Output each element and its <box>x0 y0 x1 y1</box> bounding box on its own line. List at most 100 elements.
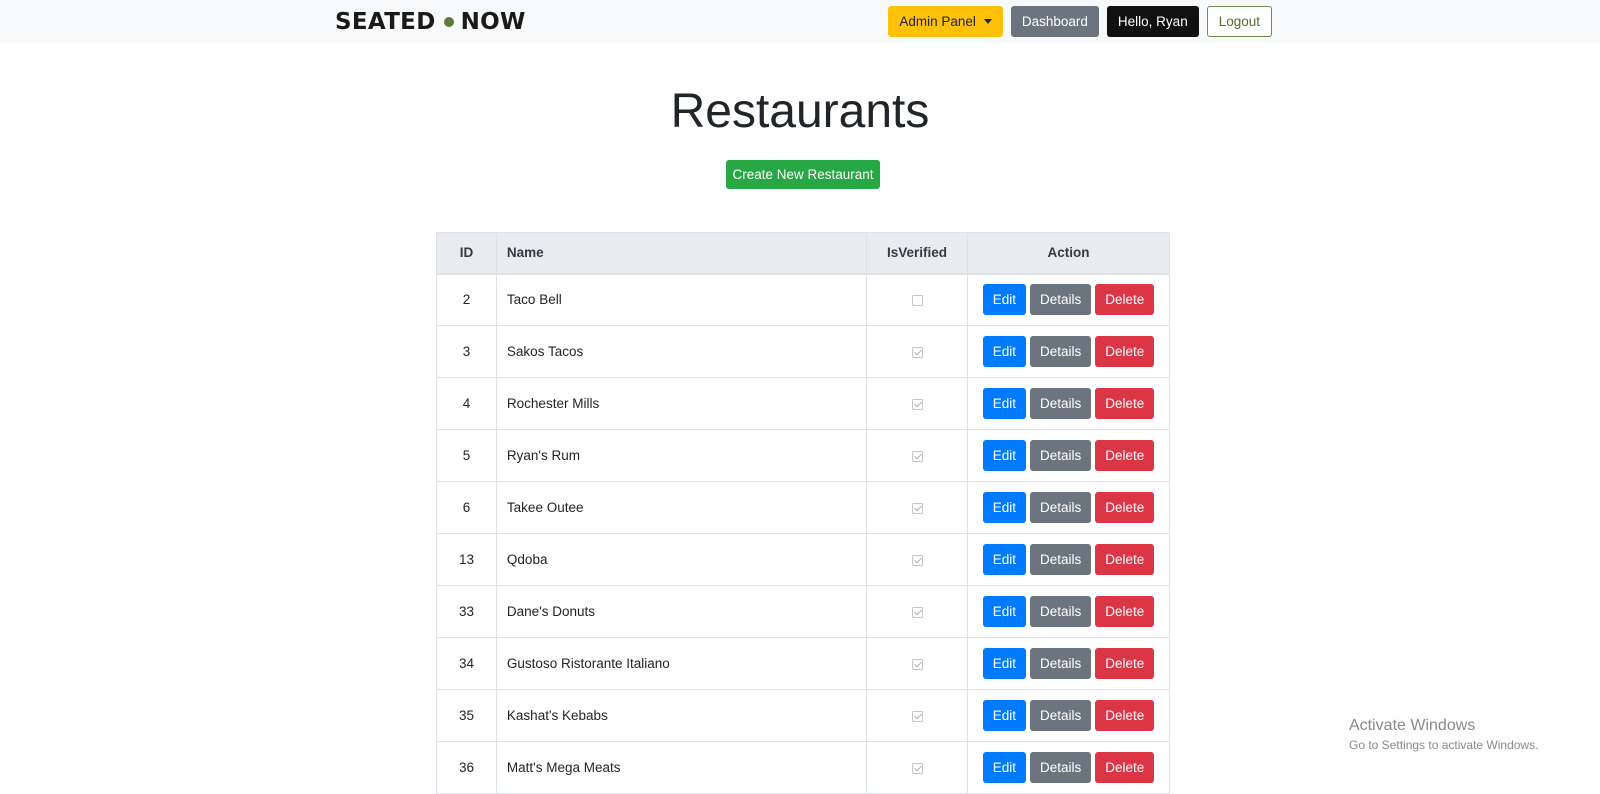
admin-panel-label: Admin Panel <box>899 14 976 29</box>
row-id: 13 <box>436 533 497 586</box>
row-id: 33 <box>436 585 497 638</box>
activate-windows-watermark: Activate Windows Go to Settings to activ… <box>1349 716 1538 753</box>
watermark-subtitle: Go to Settings to activate Windows. <box>1349 738 1539 752</box>
row-id: 34 <box>436 637 497 690</box>
table-row: 6 Takee Outee Edit Details Delete <box>436 481 1170 534</box>
table-row: 35 Kashat's Kebabs Edit Details Delete <box>436 689 1170 742</box>
details-button[interactable]: Details <box>1029 544 1092 575</box>
edit-button[interactable]: Edit <box>982 336 1026 367</box>
row-id: 6 <box>436 481 497 534</box>
row-id: 35 <box>436 689 497 742</box>
delete-button[interactable]: Delete <box>1095 700 1155 731</box>
edit-button[interactable]: Edit <box>982 544 1026 575</box>
delete-button[interactable]: Delete <box>1095 648 1155 679</box>
row-actions: Edit Details Delete <box>967 689 1170 742</box>
restaurants-table: ID Name IsVerified Action 2 Taco Bell Edit… <box>436 232 1170 794</box>
edit-button[interactable]: Edit <box>982 648 1026 679</box>
row-name: Dane's Donuts <box>495 585 868 638</box>
row-name: Matt's Mega Meats <box>495 741 868 794</box>
watermark-title: Activate Windows <box>1349 717 1476 734</box>
row-isverified <box>866 689 968 742</box>
row-id: 5 <box>436 429 497 482</box>
edit-button[interactable]: Edit <box>982 492 1026 523</box>
row-isverified <box>866 481 968 534</box>
delete-button[interactable]: Delete <box>1095 440 1155 471</box>
table-row: 2 Taco Bell Edit Details Delete <box>436 273 1170 326</box>
page-title: Restaurants <box>670 85 930 138</box>
table-row: 5 Ryan's Rum Edit Details Delete <box>436 429 1170 482</box>
row-actions: Edit Details Delete <box>967 481 1170 534</box>
row-isverified <box>866 325 968 378</box>
delete-button[interactable]: Delete <box>1095 336 1155 367</box>
caret-down-icon <box>983 19 992 24</box>
brand-text-now: NOW <box>460 9 526 35</box>
admin-panel-dropdown-button[interactable]: Admin Panel <box>888 6 1003 37</box>
row-isverified <box>866 637 968 690</box>
row-isverified <box>866 741 968 794</box>
dashboard-button[interactable]: Dashboard <box>1010 6 1099 37</box>
table-row: 36 Matt's Mega Meats Edit Details Delete <box>436 741 1170 794</box>
isverified-checkbox <box>911 502 923 514</box>
details-button[interactable]: Details <box>1029 596 1092 627</box>
row-actions: Edit Details Delete <box>967 377 1170 430</box>
details-button[interactable]: Details <box>1029 492 1092 523</box>
edit-button[interactable]: Edit <box>982 752 1026 783</box>
delete-button[interactable]: Delete <box>1095 388 1155 419</box>
isverified-checkbox <box>911 346 923 358</box>
create-new-restaurant-button[interactable]: Create New Restaurant <box>726 160 880 189</box>
delete-button[interactable]: Delete <box>1095 544 1155 575</box>
table-row: 13 Qdoba Edit Details Delete <box>436 533 1170 586</box>
header-action: Action <box>967 232 1170 275</box>
details-button[interactable]: Details <box>1029 284 1092 316</box>
row-id: 36 <box>436 741 497 794</box>
edit-button[interactable]: Edit <box>982 700 1026 731</box>
brand-dot-icon <box>443 17 454 27</box>
row-isverified <box>866 377 968 430</box>
row-name: Rochester Mills <box>495 377 868 430</box>
row-id: 4 <box>436 377 497 430</box>
table-body: 2 Taco Bell Edit Details Delete 3 Sakos Tacos E… <box>436 273 1170 794</box>
brand-logo[interactable]: SEATED NOW <box>335 9 526 35</box>
delete-button[interactable]: Delete <box>1095 492 1155 523</box>
isverified-checkbox <box>911 606 923 618</box>
isverified-checkbox <box>911 762 923 774</box>
edit-button[interactable]: Edit <box>982 440 1026 471</box>
isverified-checkbox <box>911 450 923 462</box>
isverified-checkbox <box>911 554 923 566</box>
details-button[interactable]: Details <box>1029 336 1092 367</box>
delete-button[interactable]: Delete <box>1095 284 1155 316</box>
details-button[interactable]: Details <box>1029 440 1092 471</box>
row-actions: Edit Details Delete <box>967 273 1170 326</box>
table-header-row: ID Name IsVerified Action <box>436 232 1170 275</box>
navbar-buttons: Admin Panel Dashboard Hello, Ryan Logout <box>888 6 1272 37</box>
delete-button[interactable]: Delete <box>1095 752 1155 783</box>
table-row: 33 Dane's Donuts Edit Details Delete <box>436 585 1170 638</box>
table-row: 3 Sakos Tacos Edit Details Delete <box>436 325 1170 378</box>
edit-button[interactable]: Edit <box>982 596 1026 627</box>
row-name: Taco Bell <box>495 273 868 326</box>
header-name: Name <box>495 232 868 275</box>
header-isverified: IsVerified <box>866 232 968 275</box>
details-button[interactable]: Details <box>1029 388 1092 419</box>
row-actions: Edit Details Delete <box>967 325 1170 378</box>
details-button[interactable]: Details <box>1029 700 1092 731</box>
brand-text-seated: SEATED <box>335 9 436 35</box>
isverified-checkbox <box>911 295 923 307</box>
isverified-checkbox <box>911 710 923 722</box>
row-isverified <box>866 585 968 638</box>
edit-button[interactable]: Edit <box>982 388 1026 419</box>
row-actions: Edit Details Delete <box>967 533 1170 586</box>
isverified-checkbox <box>911 658 923 670</box>
row-actions: Edit Details Delete <box>967 741 1170 794</box>
row-isverified <box>866 273 968 326</box>
hello-user-button[interactable]: Hello, Ryan <box>1106 6 1199 37</box>
edit-button[interactable]: Edit <box>982 284 1026 316</box>
logout-button[interactable]: Logout <box>1206 6 1272 37</box>
isverified-checkbox <box>911 398 923 410</box>
table-row: 34 Gustoso Ristorante Italiano Edit Details… <box>436 637 1170 690</box>
row-actions: Edit Details Delete <box>967 429 1170 482</box>
details-button[interactable]: Details <box>1029 648 1092 679</box>
row-isverified <box>866 533 968 586</box>
details-button[interactable]: Details <box>1029 752 1092 783</box>
delete-button[interactable]: Delete <box>1095 596 1155 627</box>
